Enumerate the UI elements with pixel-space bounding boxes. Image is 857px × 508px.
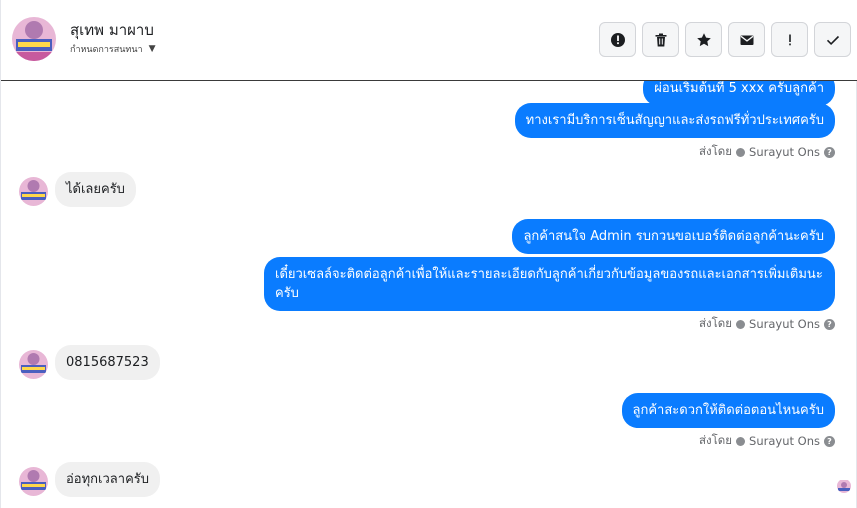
gear-icon <box>736 436 746 446</box>
avatar <box>19 467 48 496</box>
sender-name: Surayut Ons <box>749 434 820 448</box>
message-thread[interactable]: ผ่อนเริ่มต้นที่ 5 xxx ครับลูกค้า ทางเราม… <box>1 81 857 508</box>
check-icon <box>826 35 839 45</box>
follow-up-button[interactable] <box>771 22 808 57</box>
message-bubble-outgoing[interactable]: ลูกค้าสนใจ Admin รบกวนขอเบอร์ติดต่อลูกค้… <box>512 219 835 254</box>
conversation-toolbar <box>599 22 851 57</box>
conversation-header: สุเทพ มาผาบ กำหนดการสนทนา ▼ <box>1 0 857 81</box>
avatar <box>19 177 48 206</box>
seen-indicator-avatar <box>837 479 851 493</box>
assign-conversation-dropdown[interactable]: กำหนดการสนทนา ▼ <box>70 42 155 56</box>
mark-spam-button[interactable] <box>599 22 636 57</box>
sent-by-label: ส่งโดย <box>699 316 733 330</box>
star-icon <box>696 32 711 46</box>
sent-by-meta: ส่งโดย Surayut Ons ? <box>699 143 835 161</box>
help-icon[interactable]: ? <box>824 146 835 158</box>
messenger-window: สุเทพ มาผาบ กำหนดการสนทนา ▼ ผ่อนเริ่มต้น… <box>0 0 857 508</box>
delete-button[interactable] <box>642 22 679 57</box>
alert-circle-icon <box>610 32 625 47</box>
help-icon[interactable]: ? <box>824 318 835 330</box>
avatar[interactable] <box>12 17 56 61</box>
sent-by-meta: ส่งโดย Surayut Ons ? <box>699 315 835 333</box>
gear-icon <box>736 319 746 329</box>
caret-down-icon: ▼ <box>148 44 156 54</box>
sender-name: Surayut Ons <box>749 317 820 331</box>
sent-by-meta: ส่งโดย Surayut Ons ? <box>699 432 835 450</box>
avatar <box>19 350 48 379</box>
exclamation-icon <box>788 34 791 45</box>
message-bubble-outgoing[interactable]: ลูกค้าสะดวกให้ติดต่อตอนไหนครับ <box>621 393 835 428</box>
star-button[interactable] <box>685 22 722 57</box>
envelope-icon <box>740 35 753 45</box>
message-bubble-incoming[interactable]: 0815687523 <box>55 345 160 380</box>
message-bubble-incoming[interactable]: ได้เลยครับ <box>55 172 136 207</box>
gear-icon <box>736 147 746 157</box>
sender-name: Surayut Ons <box>749 145 820 159</box>
mark-done-button[interactable] <box>814 22 851 57</box>
assign-label: กำหนดการสนทนา <box>70 45 143 55</box>
trash-icon <box>655 33 666 46</box>
sent-by-label: ส่งโดย <box>699 433 733 447</box>
help-icon[interactable]: ? <box>824 435 835 447</box>
sent-by-label: ส่งโดย <box>699 144 733 158</box>
message-bubble-outgoing[interactable]: เดี๋ยวเซลล์จะติดต่อลูกค้าเพื่อให้และรายล… <box>264 257 835 311</box>
message-bubble-outgoing[interactable]: ทางเรามีบริการเซ็นสัญญาและส่งรถฟรีทั่วปร… <box>514 103 835 138</box>
contact-name: สุเทพ มาผาบ <box>70 21 154 39</box>
message-bubble-incoming[interactable]: อ่อทุกเวลาครับ <box>55 462 160 497</box>
mark-unread-button[interactable] <box>728 22 765 57</box>
